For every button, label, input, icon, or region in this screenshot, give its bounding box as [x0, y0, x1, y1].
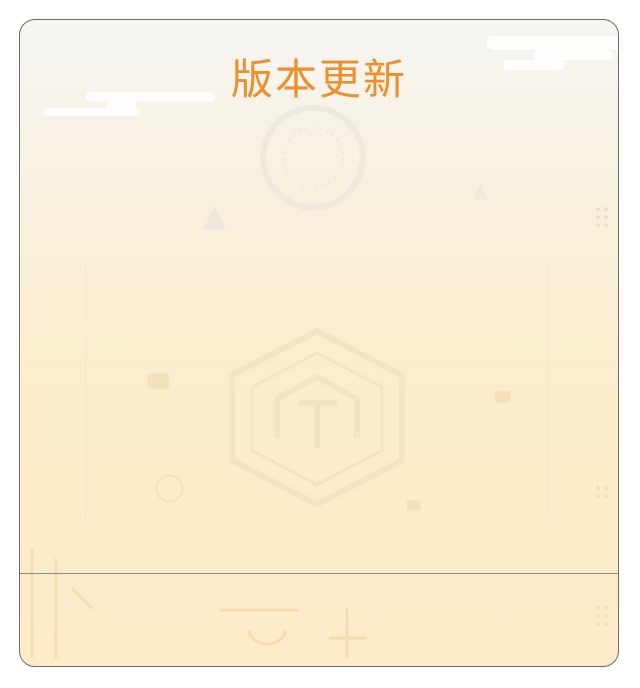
triangle-decoration — [203, 205, 226, 230]
small-shapes-decoration — [147, 372, 511, 511]
update-dialog: 版本更新 — [19, 19, 619, 667]
dialog-title: 版本更新 — [230, 55, 407, 104]
dialog-footer — [20, 574, 618, 666]
tech-house-logo-icon — [229, 327, 405, 508]
background-illustration — [30, 36, 618, 658]
dots-decoration — [596, 207, 609, 627]
gear-circle-decoration — [260, 104, 366, 211]
grid-decoration — [85, 265, 549, 519]
triangle-decoration-small — [473, 182, 488, 200]
